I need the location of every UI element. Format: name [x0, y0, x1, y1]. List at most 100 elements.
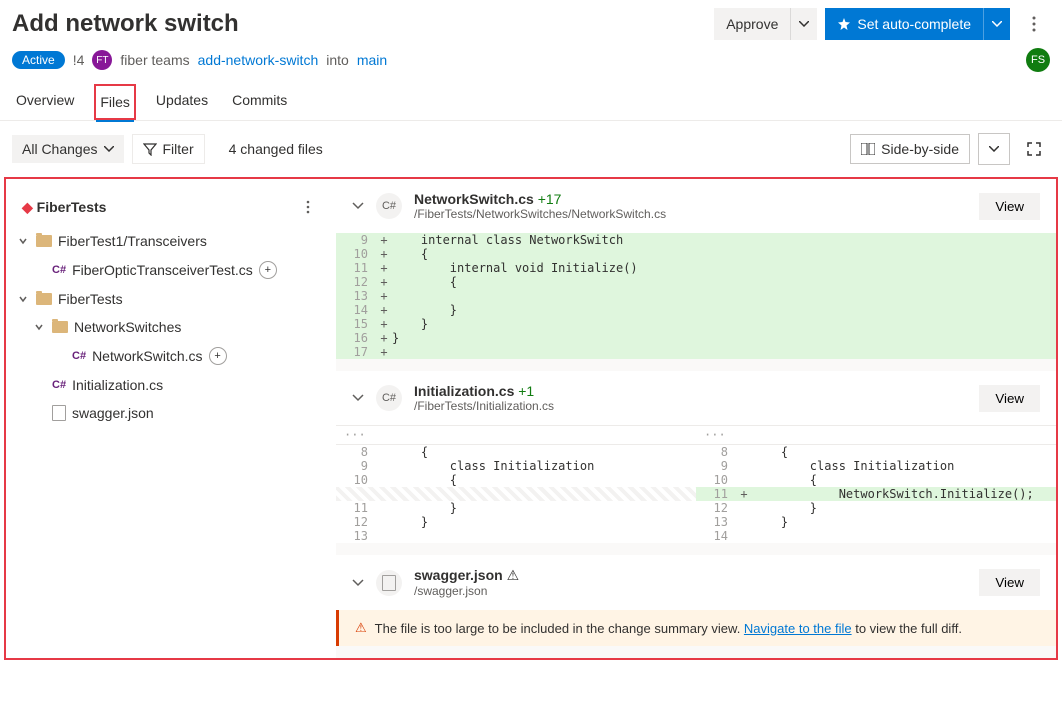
author-avatar: FT: [92, 50, 112, 70]
file-card: C#Initialization.cs +1/FiberTests/Initia…: [336, 371, 1056, 543]
side-by-side-icon: [861, 143, 875, 155]
fullscreen-button[interactable]: [1018, 133, 1050, 165]
target-branch-link[interactable]: main: [357, 52, 387, 68]
chevron-down-icon[interactable]: [352, 579, 364, 587]
csharp-icon: C#: [52, 264, 66, 276]
navigate-file-link[interactable]: Navigate to the file: [744, 621, 852, 636]
tree-item[interactable]: swagger.json: [14, 399, 332, 427]
file-path: /swagger.json: [414, 584, 519, 598]
code-line: 12 }: [696, 501, 1056, 515]
diff-right: ···8 {9 class Initialization10 {11+ Netw…: [696, 425, 1056, 543]
tree-item-label: FiberTests: [58, 291, 123, 307]
warning-text: The file is too large to be included in …: [375, 621, 744, 636]
kebab-icon: [1032, 16, 1036, 32]
view-file-button[interactable]: View: [979, 385, 1040, 412]
tab-updates[interactable]: Updates: [152, 84, 212, 120]
view-file-button[interactable]: View: [979, 193, 1040, 220]
code-line: 14: [696, 529, 1056, 543]
filter-icon: [143, 142, 157, 156]
code-line: 8 {: [696, 445, 1056, 459]
file-tree: FiberTest1/Transceivers C#FiberOpticTrans…: [14, 227, 332, 427]
changed-files-count: 4 changed files: [229, 141, 323, 157]
chevron-icon: [18, 294, 30, 304]
warning-icon: ⚠: [355, 620, 367, 636]
autocomplete-icon: [837, 17, 851, 31]
warning-icon: ⚠: [507, 567, 520, 583]
file-card: C#NetworkSwitch.cs +17/FiberTests/Networ…: [336, 179, 1056, 359]
file-card: swagger.json ⚠/swagger.jsonView⚠The file…: [336, 555, 1056, 646]
code-line: 9 class Initialization: [696, 459, 1056, 473]
more-actions-button[interactable]: [1018, 8, 1050, 40]
folder-icon: [52, 321, 68, 333]
file-path: /FiberTests/NetworkSwitches/NetworkSwitc…: [414, 207, 666, 221]
file-icon: [52, 405, 66, 421]
chevron-icon: [34, 322, 46, 332]
code-diff: 9+ internal class NetworkSwitch10+ {11+ …: [336, 233, 1056, 359]
file-path: /FiberTests/Initialization.cs: [414, 399, 554, 413]
tab-files[interactable]: Files: [94, 84, 136, 120]
code-diff-split: ···8 {9 class Initialization10 {11 }12 }…: [336, 425, 1056, 543]
code-line: 13: [336, 529, 696, 543]
source-branch-link[interactable]: add-network-switch: [198, 52, 319, 68]
folder-icon: [36, 293, 52, 305]
view-mode-label: Side-by-side: [881, 141, 959, 157]
view-mode-dropdown[interactable]: Side-by-side: [850, 134, 970, 164]
file-name: swagger.json: [414, 567, 503, 583]
code-line: 10 {: [696, 473, 1056, 487]
warning-bar: ⚠ The file is too large to be included in…: [336, 610, 1056, 646]
author-name: fiber teams: [120, 52, 189, 68]
page-title: Add network switch: [12, 10, 239, 38]
csharp-icon: C#: [72, 350, 86, 362]
code-line: 9+ internal class NetworkSwitch: [336, 233, 1056, 247]
kebab-icon: [306, 200, 310, 214]
tree-item-label: FiberTest1/Transceivers: [58, 233, 207, 249]
tree-item-label: NetworkSwitches: [74, 319, 181, 335]
approve-button[interactable]: Approve: [714, 8, 790, 40]
tree-item[interactable]: C#FiberOpticTransceiverTest.cs +: [14, 255, 332, 285]
chevron-down-icon[interactable]: [352, 202, 364, 210]
csharp-icon: C#: [376, 385, 402, 411]
filter-button[interactable]: Filter: [132, 134, 205, 164]
diff-left: ···8 {9 class Initialization10 {11 }12 }…: [336, 425, 696, 543]
code-line: 11+ NetworkSwitch.Initialize();: [696, 487, 1056, 501]
tree-item[interactable]: C#Initialization.cs: [14, 371, 332, 399]
chevron-down-icon: [799, 21, 809, 27]
autocomplete-dropdown[interactable]: [983, 8, 1010, 40]
changes-dropdown[interactable]: All Changes: [12, 135, 124, 163]
chevron-down-icon: [992, 21, 1002, 27]
file-icon: [376, 570, 402, 596]
user-avatar[interactable]: FS: [1026, 48, 1050, 72]
approve-button-group: Approve: [714, 8, 817, 40]
code-line: 11+ internal void Initialize(): [336, 261, 1056, 275]
sidebar-more-button[interactable]: [292, 191, 324, 223]
code-line: 12 }: [336, 515, 696, 529]
csharp-icon: C#: [376, 193, 402, 219]
file-name: Initialization.cs: [414, 383, 514, 399]
repo-root[interactable]: ◆ FiberTests: [22, 199, 106, 216]
tab-overview[interactable]: Overview: [12, 84, 78, 120]
code-line: 16+}: [336, 331, 1056, 345]
tab-commits[interactable]: Commits: [228, 84, 291, 120]
code-line: 14+ }: [336, 303, 1056, 317]
code-line: 11 }: [336, 501, 696, 515]
warning-suffix: to view the full diff.: [852, 621, 962, 636]
tree-item[interactable]: NetworkSwitches: [14, 313, 332, 341]
set-autocomplete-button[interactable]: Set auto-complete: [825, 8, 983, 40]
code-line: 13+: [336, 289, 1056, 303]
tree-item[interactable]: C#NetworkSwitch.cs +: [14, 341, 332, 371]
tree-item-label: Initialization.cs: [72, 377, 163, 393]
chevron-icon: [18, 236, 30, 246]
expand-icon: [1027, 142, 1041, 156]
approve-dropdown[interactable]: [790, 8, 817, 40]
tree-item[interactable]: FiberTest1/Transceivers: [14, 227, 332, 255]
chevron-down-icon[interactable]: [352, 394, 364, 402]
chevron-down-icon: [989, 146, 999, 152]
tree-item[interactable]: FiberTests: [14, 285, 332, 313]
pr-tabs: Overview Files Updates Commits: [0, 84, 1062, 121]
view-mode-chevron[interactable]: [978, 133, 1010, 165]
filter-label: Filter: [163, 141, 194, 157]
view-file-button[interactable]: View: [979, 569, 1040, 596]
status-badge: Active: [12, 51, 65, 69]
collapsed-region[interactable]: [336, 487, 696, 501]
code-line: 13 }: [696, 515, 1056, 529]
